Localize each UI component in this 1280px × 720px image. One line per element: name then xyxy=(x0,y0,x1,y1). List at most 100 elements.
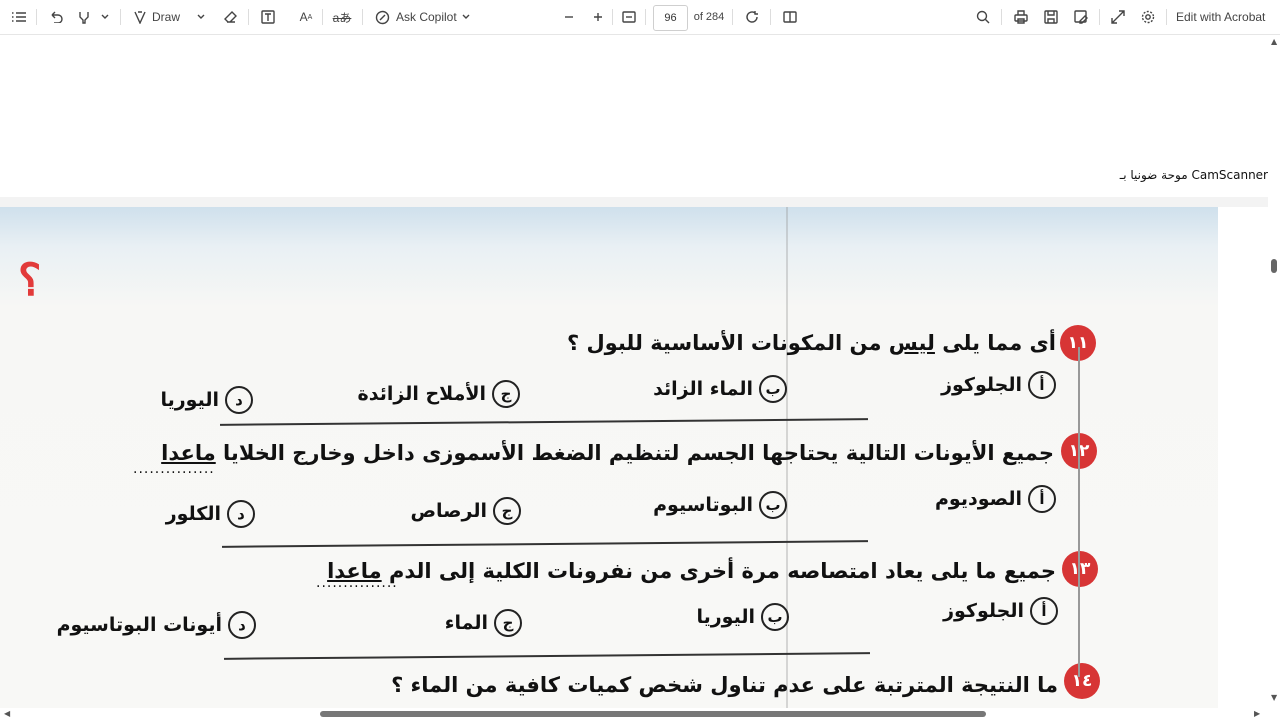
question-text-part: من المكونات الأساسية للبول ؟ xyxy=(566,331,889,355)
vertical-scroll-thumb[interactable] xyxy=(1271,259,1277,273)
zoom-out-icon[interactable] xyxy=(559,0,579,34)
option-c[interactable]: ج الأملاح الزائدة xyxy=(358,380,520,408)
separator-line xyxy=(220,418,868,426)
question-text-part: ما النتيجة المترتبة على عدم تناول شخص كم… xyxy=(391,673,1058,697)
question-number-badge: ١٤ xyxy=(1064,663,1100,699)
option-d[interactable]: د الكلور xyxy=(166,500,255,528)
zoom-in-icon[interactable] xyxy=(588,0,608,34)
scroll-right-arrow-icon[interactable]: ▶ xyxy=(1254,709,1260,718)
option-b[interactable]: ب البوتاسيوم xyxy=(653,491,787,519)
edit-with-acrobat-button[interactable]: Edit with Acrobat xyxy=(1176,0,1272,34)
option-letter: أ xyxy=(1028,371,1056,399)
draw-pen-icon[interactable] xyxy=(130,0,150,34)
page-gap xyxy=(0,197,1268,207)
option-b[interactable]: ب الماء الزائد xyxy=(653,375,787,403)
option-c[interactable]: ج الرصاص xyxy=(410,497,521,525)
search-icon[interactable] xyxy=(973,0,993,34)
question-text: جميع الأيونات التالية يحتاجها الجسم لتنظ… xyxy=(161,441,1054,465)
save-as-icon[interactable] xyxy=(1071,0,1091,34)
pdf-toolbar: Draw AA aあ Ask Copilot 96 of 284 Edit wi… xyxy=(0,0,1280,35)
option-text: الكلور xyxy=(165,503,221,525)
question-text: ما النتيجة المترتبة على عدم تناول شخص كم… xyxy=(391,673,1058,697)
option-letter: ب xyxy=(761,603,789,631)
option-c[interactable]: ج الماء xyxy=(445,609,522,637)
page-view-icon[interactable] xyxy=(780,0,800,34)
option-d[interactable]: د أيونات البوتاسيوم xyxy=(57,611,256,639)
scroll-up-arrow-icon[interactable]: ▲ xyxy=(1271,37,1277,46)
question-text-part: جميع الأيونات التالية يحتاجها الجسم لتنظ… xyxy=(215,441,1054,465)
settings-gear-icon[interactable] xyxy=(1138,0,1158,34)
question-mark-decoration: ؟ xyxy=(18,255,42,306)
option-a[interactable]: أ الجلوكوز xyxy=(943,597,1058,625)
option-letter: د xyxy=(228,611,256,639)
question-number-badge: ١٣ xyxy=(1062,551,1098,587)
answer-blank: ............... xyxy=(316,575,398,591)
answer-blank: ............... xyxy=(133,461,215,477)
vertical-rule xyxy=(1078,347,1080,677)
option-letter: أ xyxy=(1028,485,1056,513)
option-letter: د xyxy=(227,500,255,528)
pdf-page-top xyxy=(0,35,1268,197)
ask-copilot-button[interactable]: Ask Copilot xyxy=(396,0,458,34)
translate-icon[interactable]: aあ xyxy=(332,0,352,34)
option-text: اليوريا xyxy=(160,389,219,411)
save-icon[interactable] xyxy=(1041,0,1061,34)
option-text: الماء xyxy=(444,612,488,634)
camscanner-caption: موحة ضونيا بـ CamScanner xyxy=(1119,168,1268,182)
question-underlined: ليس xyxy=(888,331,935,355)
draw-label: Draw xyxy=(152,10,181,24)
option-text: البوتاسيوم xyxy=(653,494,753,516)
scroll-down-arrow-icon[interactable]: ▼ xyxy=(1271,693,1277,702)
option-text: الجلوكوز xyxy=(941,374,1022,396)
vertical-scrollbar[interactable]: ▲ ▼ xyxy=(1268,35,1280,710)
horizontal-scroll-thumb[interactable] xyxy=(320,711,986,717)
option-text: أيونات البوتاسيوم xyxy=(56,614,222,636)
rotate-icon[interactable] xyxy=(742,0,762,34)
copilot-icon[interactable] xyxy=(372,0,392,34)
page-number-value: 96 xyxy=(664,12,677,24)
separator-line xyxy=(224,652,870,660)
scanned-page: ؟ ١١ أى مما يلى ليس من المكونات الأساسية… xyxy=(0,207,1218,712)
text-box-icon[interactable] xyxy=(258,0,278,34)
option-letter: ج xyxy=(493,497,521,525)
eraser-icon[interactable] xyxy=(220,0,240,34)
option-a[interactable]: أ الصوديوم xyxy=(935,485,1056,513)
option-letter: أ xyxy=(1030,597,1058,625)
option-letter: ب xyxy=(759,375,787,403)
option-letter: ج xyxy=(494,609,522,637)
separator-line xyxy=(222,540,868,548)
option-letter: ب xyxy=(759,491,787,519)
option-text: اليوريا xyxy=(696,606,755,628)
option-a[interactable]: أ الجلوكوز xyxy=(941,371,1056,399)
print-icon[interactable] xyxy=(1011,0,1031,34)
highlighter-icon[interactable] xyxy=(74,0,94,34)
read-aloud-icon[interactable]: AA xyxy=(296,0,316,34)
option-text: الماء الزائد xyxy=(653,378,753,400)
question-text: جميع ما يلى يعاد امتصاصه مرة أخرى من نفر… xyxy=(327,559,1056,583)
option-text: الأملاح الزائدة xyxy=(357,383,486,405)
option-text: الرصاص xyxy=(410,500,487,522)
option-letter: ج xyxy=(492,380,520,408)
draw-button[interactable]: Draw xyxy=(152,0,192,34)
undo-icon[interactable] xyxy=(46,0,66,34)
option-b[interactable]: ب اليوريا xyxy=(696,603,789,631)
option-text: الجلوكوز xyxy=(943,600,1024,622)
scroll-left-arrow-icon[interactable]: ◀ xyxy=(4,709,10,718)
question-text-part: جميع ما يلى يعاد امتصاصه مرة أخرى من نفر… xyxy=(381,559,1056,583)
copilot-chevron-down-icon[interactable] xyxy=(459,0,473,34)
fit-page-icon[interactable] xyxy=(619,0,639,34)
question-text-part: أى مما يلى xyxy=(934,331,1056,355)
list-icon[interactable] xyxy=(8,0,30,34)
highlighter-chevron-down-icon[interactable] xyxy=(98,0,112,34)
option-letter: د xyxy=(225,386,253,414)
page-number-input[interactable]: 96 xyxy=(653,5,688,31)
ask-copilot-label: Ask Copilot xyxy=(396,10,457,24)
draw-chevron-down-icon[interactable] xyxy=(194,0,208,34)
edit-with-acrobat-label: Edit with Acrobat xyxy=(1176,10,1266,24)
horizontal-scrollbar[interactable]: ◀ ▶ xyxy=(0,708,1268,720)
page-total: of 284 xyxy=(693,11,725,23)
fullscreen-icon[interactable] xyxy=(1108,0,1128,34)
question-text: أى مما يلى ليس من المكونات الأساسية للبو… xyxy=(567,331,1056,355)
option-d[interactable]: د اليوريا xyxy=(160,386,253,414)
option-text: الصوديوم xyxy=(934,488,1022,510)
